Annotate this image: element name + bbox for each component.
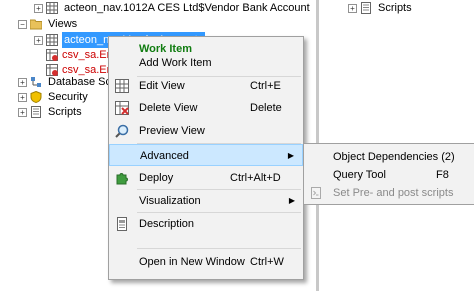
menu-item-add-work-item[interactable]: Add Work Item — [109, 52, 303, 74]
menu-item-description[interactable]: Description — [109, 213, 303, 235]
submenu-item-object-dependencies[interactable]: Object Dependencies (2) — [304, 148, 474, 166]
tree-item-label: Security — [48, 91, 88, 103]
menu-item-shortcut: Delete — [250, 102, 282, 114]
edit-view-icon — [115, 79, 129, 93]
tree-item-label: Scripts — [378, 2, 412, 14]
folder-icon — [29, 18, 43, 30]
document-icon — [115, 217, 129, 231]
submenu-item-query-tool[interactable]: Query Tool F8 — [304, 166, 474, 184]
menu-item-advanced[interactable]: Advanced ▶ — [109, 144, 303, 166]
tree-item-label: Scripts — [48, 106, 82, 118]
menu-item-label: Deploy — [139, 172, 174, 184]
view-icon — [46, 34, 58, 46]
menu-item-shortcut: Ctrl+W — [250, 256, 284, 268]
menu-item-label: Add Work Item — [139, 57, 212, 69]
tree-item-label: Views — [48, 18, 78, 30]
expand-icon[interactable]: + — [18, 108, 27, 117]
submenu-item-shortcut: F8 — [436, 169, 449, 181]
schema-icon — [30, 76, 42, 88]
expand-icon[interactable]: + — [34, 4, 43, 13]
magnifier-icon — [115, 124, 129, 138]
submenu-item-label: Query Tool — [333, 169, 386, 181]
menu-item-shortcut: Ctrl+Alt+D — [230, 172, 281, 184]
collapse-icon[interactable]: − — [18, 20, 27, 29]
menu-item-label: Delete View — [139, 102, 198, 114]
menu-item-shortcut: Ctrl+E — [250, 80, 281, 92]
menu-item-edit-view[interactable]: Edit View Ctrl+E — [109, 75, 303, 97]
menu-item-delete-view[interactable]: Delete View Delete — [109, 97, 303, 119]
expand-icon[interactable]: + — [34, 36, 43, 45]
menu-item-label: Preview View — [139, 125, 205, 137]
menu-item-open-new-window[interactable]: Open in New Window Ctrl+W — [109, 251, 303, 273]
menu-item-visualization[interactable]: Visualization ▶ — [109, 190, 303, 212]
expand-icon[interactable]: + — [348, 4, 357, 13]
submenu-arrow-icon: ▶ — [288, 196, 295, 205]
menu-item-deploy[interactable]: Deploy Ctrl+Alt+D — [109, 167, 303, 189]
table-icon — [46, 2, 58, 14]
context-menu: Work Item Add Work Item Edit View Ctrl+E… — [108, 36, 304, 280]
submenu-item-label: Object Dependencies (2) — [333, 151, 455, 163]
menu-item-preview-view[interactable]: Preview View — [109, 120, 303, 142]
delete-view-icon — [115, 101, 129, 115]
scripts-icon — [360, 2, 372, 14]
shield-icon — [30, 90, 42, 104]
expand-icon[interactable]: + — [18, 78, 27, 87]
menu-item-label: Advanced — [140, 150, 189, 162]
menu-item-label: Edit View — [139, 80, 185, 92]
menu-item-label: Visualization — [139, 195, 201, 207]
tree-item-label: acteon_nav.1012A CES Ltd$Vendor Bank Acc… — [64, 2, 310, 14]
menu-separator — [137, 248, 301, 249]
expand-icon[interactable]: + — [18, 93, 27, 102]
script-icon — [310, 187, 322, 199]
submenu-item-label: Set Pre- and post scripts — [333, 187, 454, 199]
menu-item-label: Description — [139, 218, 195, 230]
scripts-icon — [30, 106, 42, 118]
submenu-arrow-icon: ▶ — [287, 151, 294, 160]
menu-item-label: Open in New Window — [139, 256, 245, 268]
puzzle-icon — [115, 171, 129, 185]
advanced-submenu: Object Dependencies (2) Query Tool F8 Se… — [303, 143, 474, 205]
submenu-item-pre-post-scripts[interactable]: Set Pre- and post scripts — [304, 184, 474, 202]
view-error-icon — [46, 49, 58, 61]
